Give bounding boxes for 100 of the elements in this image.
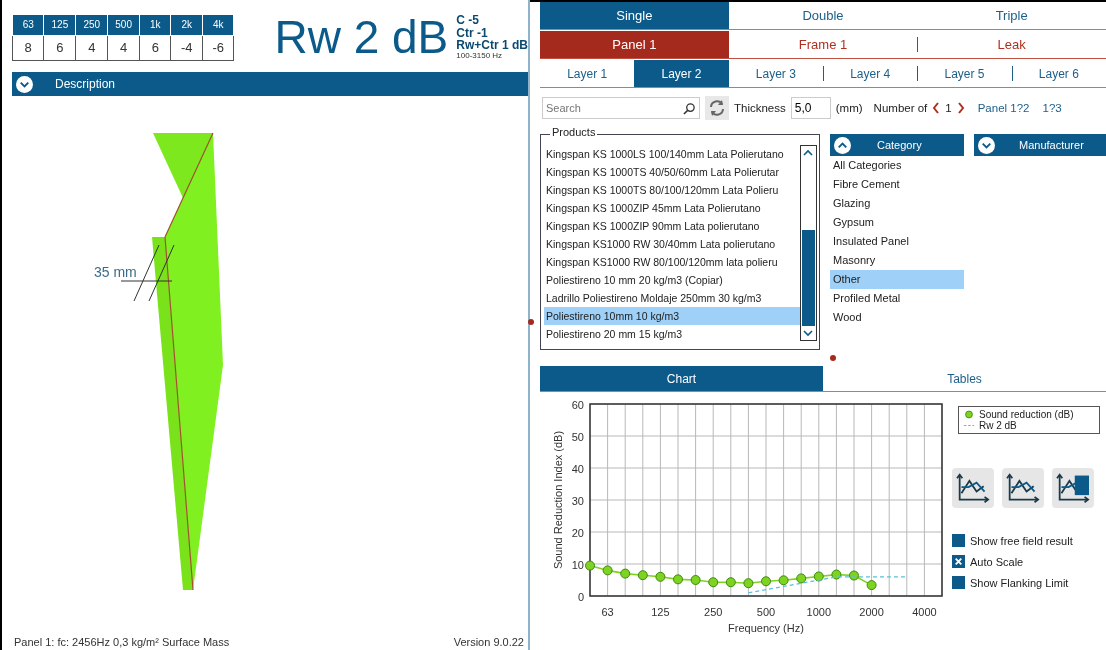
- category-item[interactable]: Insulated Panel: [830, 232, 964, 251]
- category-item[interactable]: Glazing: [830, 194, 964, 213]
- product-item[interactable]: Kingspan KS 1000ZIP 90mm Lata polierutano: [544, 217, 800, 235]
- panel-link[interactable]: 1?3: [1042, 102, 1062, 114]
- legend-label: Rw 2 dB: [979, 420, 1017, 431]
- data-point: [778, 575, 789, 586]
- y-axis-title: Sound Reduction Index (dB): [552, 430, 564, 570]
- dimension-label: 35 mm: [94, 264, 137, 280]
- refresh-button[interactable]: [705, 96, 729, 120]
- product-item[interactable]: Kingspan KS 1000ZIP 45mm Lata Polierutano: [544, 199, 800, 217]
- category-item[interactable]: Profiled Metal: [830, 289, 964, 308]
- data-point: [725, 577, 736, 588]
- band-value: 4: [107, 35, 140, 60]
- chart-type-button[interactable]: [1052, 468, 1094, 508]
- option-label: Auto Scale: [970, 555, 1024, 568]
- product-item[interactable]: Poliestireno 20 mm 15 kg/m3: [544, 325, 800, 343]
- band-value: 4: [75, 35, 108, 60]
- data-point: [637, 570, 648, 581]
- product-item[interactable]: Kingspan KS1000 RW 30/40mm Lata polierutano: [544, 235, 800, 253]
- data-point: [743, 578, 754, 589]
- x-axis-title: Frequency (Hz): [728, 622, 804, 634]
- category-item[interactable]: All Categories: [830, 156, 964, 175]
- x-tick-label: 500: [756, 606, 776, 618]
- rw-rating: Rw 2 dB: [274, 14, 449, 60]
- rw-ctr-rating: Rw+Ctr 1 dB: [456, 39, 528, 52]
- next-icon[interactable]: [956, 102, 965, 114]
- product-item[interactable]: Poliestireno 10mm 10 kg/m3: [544, 307, 800, 325]
- checkbox[interactable]: [952, 534, 965, 547]
- band-value: -6: [202, 35, 234, 60]
- previous-icon[interactable]: [932, 102, 941, 114]
- marker-dot: [528, 319, 534, 325]
- panel-link[interactable]: Panel 1?2: [977, 102, 1030, 114]
- thickness-label: Thickness: [734, 102, 786, 114]
- data-point: [849, 570, 859, 581]
- y-tick-label: 50: [571, 431, 584, 443]
- data-point: [602, 565, 613, 576]
- data-point: [761, 576, 771, 587]
- chart-type-button[interactable]: [952, 468, 994, 508]
- category-item[interactable]: Masonry: [830, 251, 964, 270]
- scrollbar[interactable]: [800, 145, 817, 341]
- data-point: [796, 573, 807, 584]
- data-point: [655, 571, 666, 582]
- manufacturer-header[interactable]: Manufacturer: [974, 134, 1106, 156]
- category-item[interactable]: Wood: [830, 308, 964, 327]
- c-rating: C -5: [456, 13, 480, 27]
- search-icon: [683, 102, 696, 115]
- band-header: 125: [43, 14, 76, 35]
- y-tick-label: 60: [571, 399, 584, 411]
- band-header: 4k: [202, 14, 234, 35]
- data-point: [813, 571, 824, 582]
- y-tick-label: 0: [577, 591, 584, 603]
- thickness-field[interactable]: 5,0: [790, 97, 831, 119]
- option-label: Show free field result: [970, 534, 1073, 547]
- version-label: Version 9.0.22: [453, 636, 524, 648]
- data-point: [831, 569, 842, 580]
- y-tick-label: 20: [571, 527, 584, 539]
- x-tick-label: 125: [651, 606, 670, 618]
- category-item[interactable]: Gypsum: [830, 213, 964, 232]
- data-point: [585, 560, 595, 571]
- scroll-thumb[interactable]: [802, 229, 815, 326]
- product-item[interactable]: Poliestireno 10 mm 20 kg/m3 (Copiar): [544, 271, 800, 289]
- option-label: Show Flanking Limit: [970, 576, 1069, 589]
- frequency-range: 100-3150 Hz: [456, 51, 504, 61]
- product-item[interactable]: Kingspan KS 1000TS 40/50/60mm Lata Polierutar: [544, 163, 800, 181]
- x-tick-label: 2000: [859, 606, 884, 618]
- data-point: [673, 574, 683, 585]
- category-header[interactable]: Category: [830, 134, 964, 156]
- band-header: 2k: [170, 14, 203, 35]
- product-item[interactable]: Ladrillo Poliestireno Moldaje 250mm 30 kg/m3: [544, 289, 800, 307]
- band-header: 250: [75, 14, 108, 35]
- category-item[interactable]: Fibre Cement: [830, 175, 964, 194]
- description-header[interactable]: Description: [12, 72, 528, 96]
- band-value: 6: [139, 35, 171, 60]
- product-item[interactable]: Kingspan KS 1000TS 80/100/120mm Lata Polieru: [544, 181, 800, 199]
- chart-type-button[interactable]: [1002, 468, 1044, 508]
- y-tick-label: 30: [571, 495, 584, 507]
- legend-label: Sound reduction (dB): [979, 409, 1074, 420]
- checkbox[interactable]: [952, 555, 965, 568]
- element-tab[interactable]: Panel 1: [540, 31, 729, 59]
- data-point: [708, 577, 719, 588]
- number-label: Number of: [873, 102, 928, 114]
- marker-dot: [830, 355, 836, 361]
- layer-tab[interactable]: Layer 2: [634, 60, 729, 88]
- ctr-rating: Ctr -1: [456, 26, 489, 40]
- x-tick-label: 4000: [912, 606, 937, 618]
- search-field[interactable]: Search: [542, 97, 700, 119]
- product-item[interactable]: Kingspan KS 1000LS 100/140mm Lata Polierutano: [544, 145, 800, 163]
- construction-tab[interactable]: Single: [540, 2, 729, 30]
- product-item[interactable]: Kingspan KS1000 RW 80/100/120mm lata polieru: [544, 253, 800, 271]
- checkbox[interactable]: [952, 576, 965, 589]
- unit-label: (mm): [835, 102, 863, 114]
- result-tab[interactable]: Chart: [540, 366, 823, 392]
- band-value: 8: [12, 35, 44, 60]
- data-point: [690, 575, 701, 585]
- data-point: [866, 580, 877, 591]
- band-header: 63: [12, 14, 44, 35]
- number-value: 1: [945, 102, 952, 114]
- band-value: -4: [170, 35, 203, 60]
- data-point: [620, 568, 631, 579]
- category-item[interactable]: Other: [830, 270, 964, 289]
